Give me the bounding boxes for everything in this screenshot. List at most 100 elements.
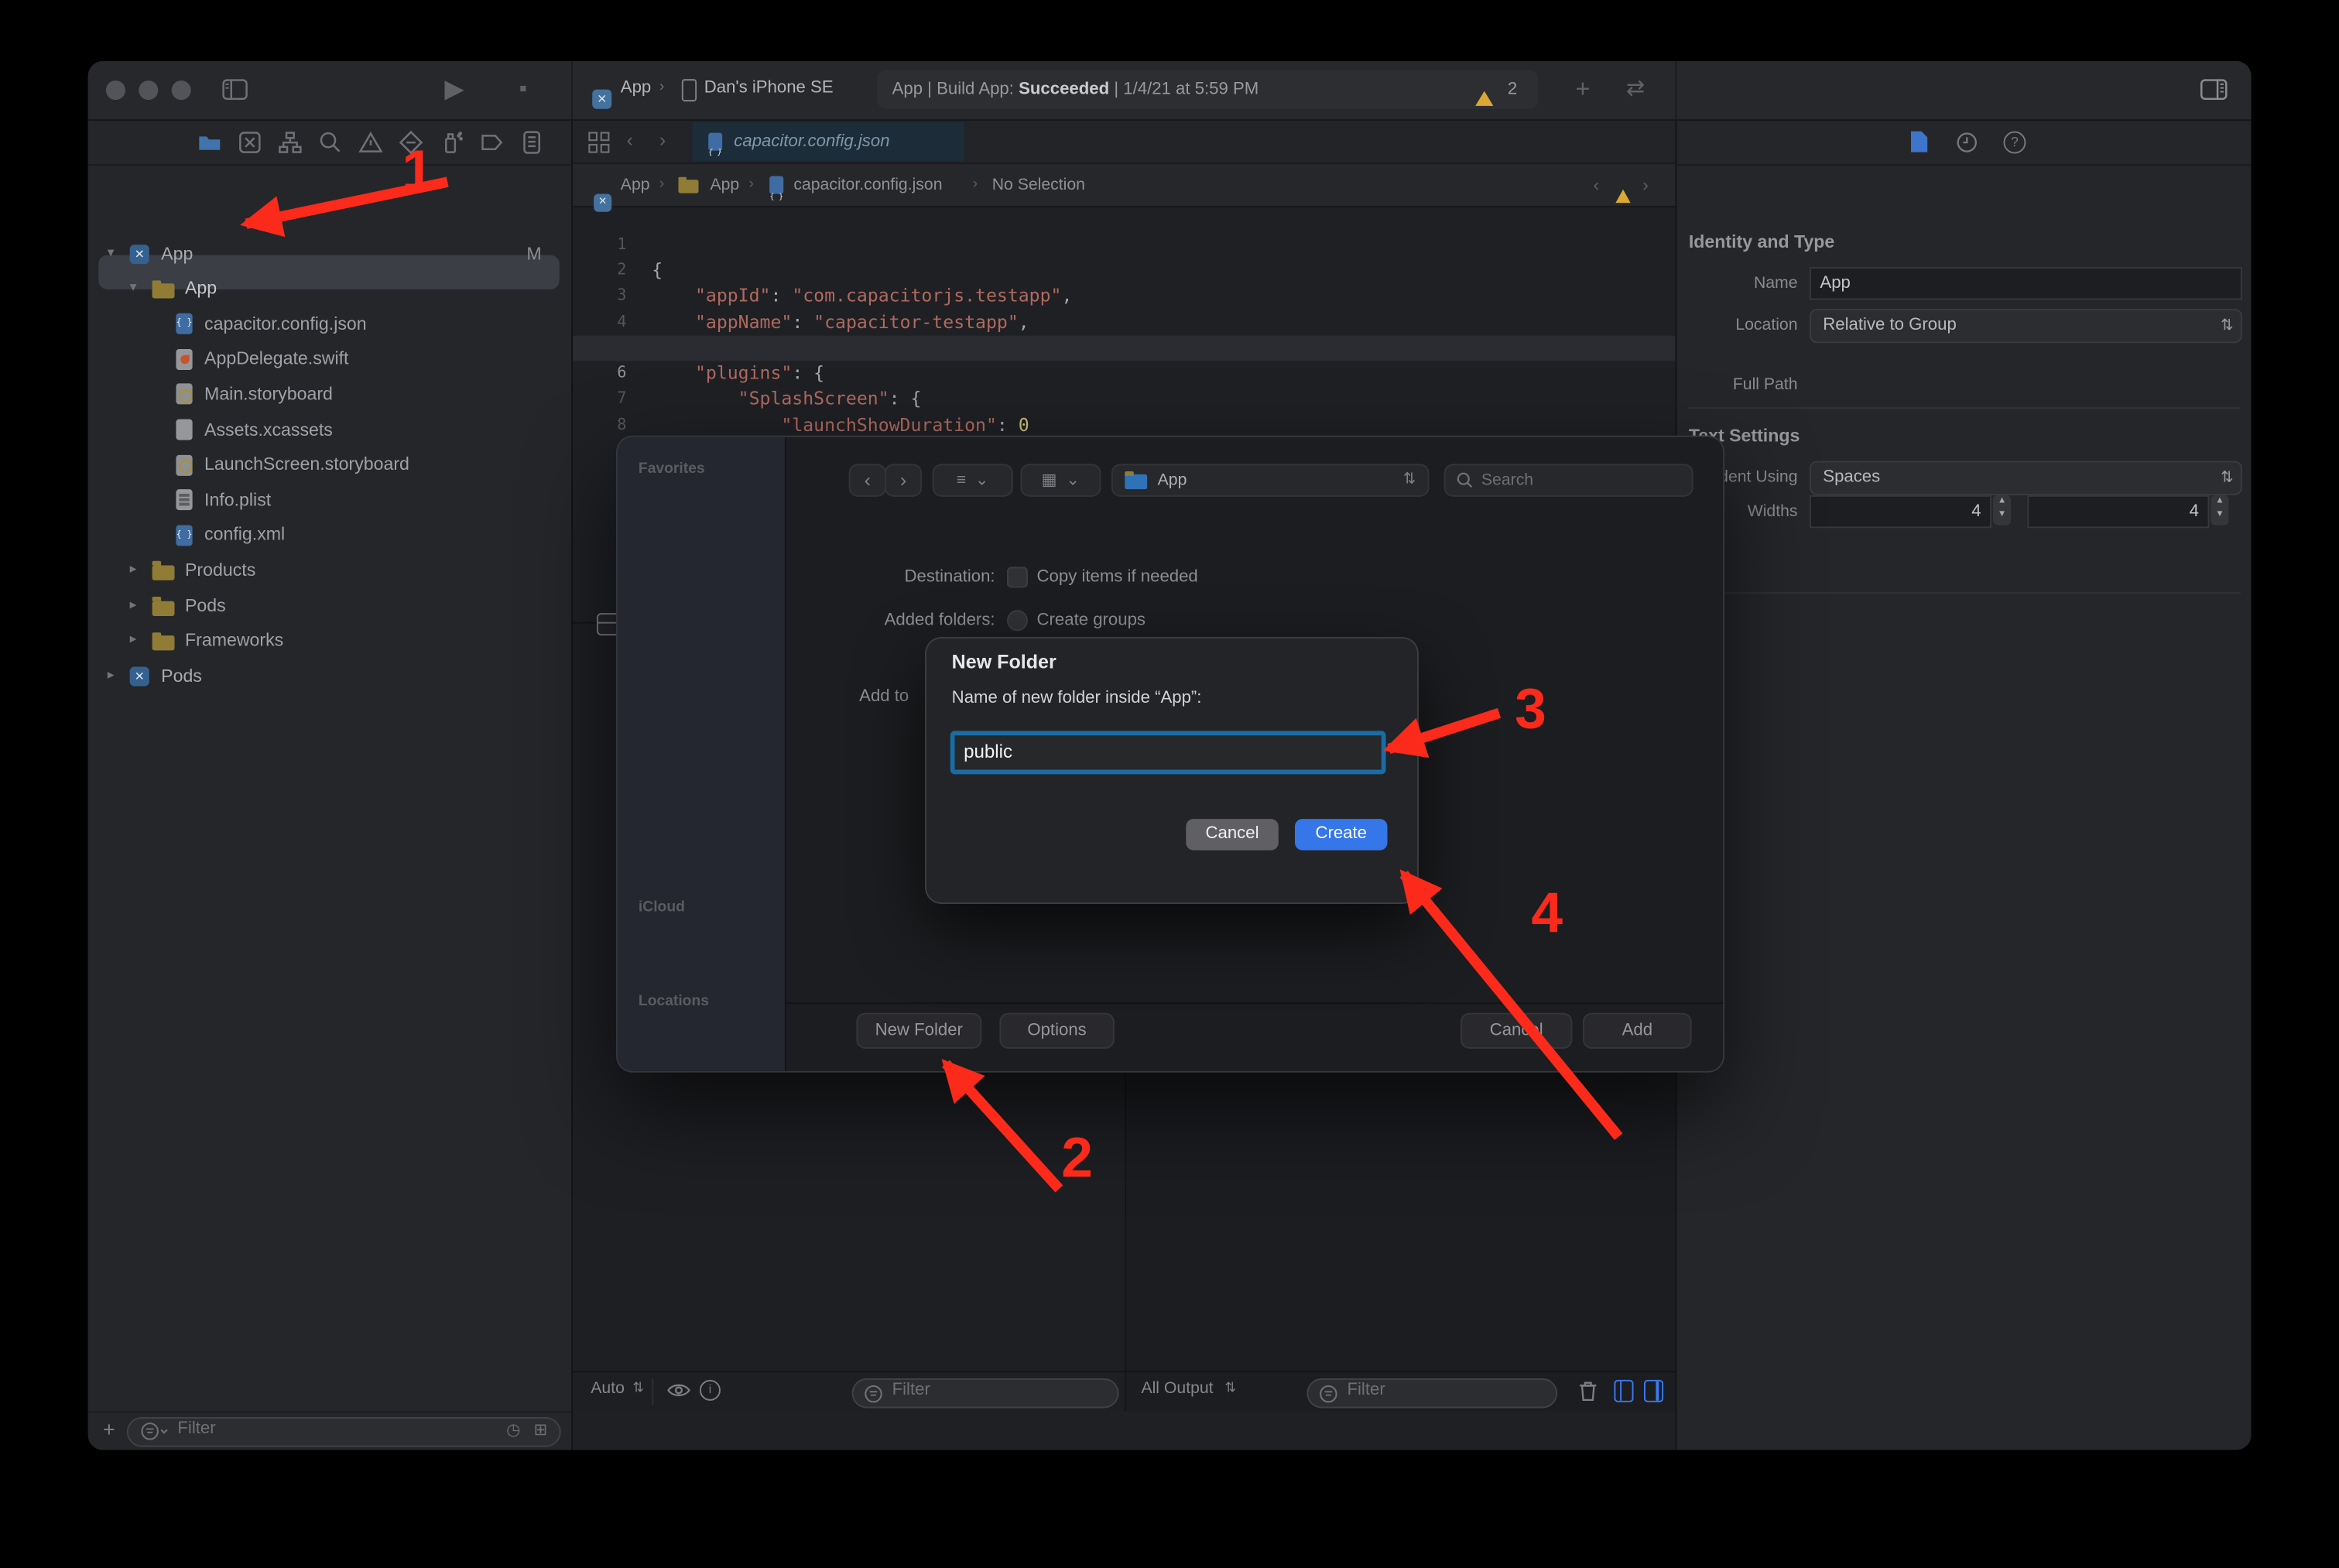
zoom-window-button[interactable] bbox=[172, 80, 191, 100]
options-button[interactable]: Options bbox=[999, 1013, 1114, 1049]
tree-item-info-plist[interactable]: Info.plist bbox=[88, 483, 571, 518]
navigator-filter-field[interactable]: Filter ◷ ⊞ bbox=[127, 1416, 561, 1446]
search-field[interactable]: Search bbox=[1444, 464, 1693, 496]
warning-count[interactable]: 2 bbox=[1508, 70, 1517, 109]
related-items-icon[interactable] bbox=[587, 131, 610, 161]
chevron-right-icon[interactable]: ▸ bbox=[130, 596, 137, 612]
project-navigator-icon[interactable] bbox=[197, 129, 222, 155]
breadcrumb-project[interactable]: App bbox=[621, 163, 650, 205]
breakpoint-navigator-icon[interactable] bbox=[479, 129, 505, 155]
add-item-icon[interactable]: + bbox=[103, 1416, 115, 1440]
breadcrumb-selection[interactable]: No Selection bbox=[992, 163, 1085, 205]
debug-navigator-icon[interactable] bbox=[439, 129, 464, 155]
back-icon[interactable]: ‹ bbox=[627, 128, 633, 150]
hide-console-pane-icon[interactable] bbox=[1644, 1380, 1663, 1402]
history-inspector-icon[interactable] bbox=[1956, 131, 1978, 161]
tab-width-field[interactable]: 4 bbox=[1810, 495, 1991, 527]
code-line-7[interactable]: 7 "launchShowDuration": 0 bbox=[573, 361, 1676, 387]
recent-files-icon[interactable]: ◷ bbox=[506, 1419, 521, 1439]
sheet-add-button[interactable]: Add bbox=[1583, 1013, 1692, 1049]
code-line-6-current[interactable]: 6 "SplashScreen": { bbox=[573, 335, 1676, 361]
tree-item-launchscreen-storyboard[interactable]: LaunchScreen.storyboard bbox=[88, 447, 571, 482]
indent-width-field[interactable]: 4 bbox=[2027, 495, 2209, 527]
new-folder-button[interactable]: New Folder bbox=[856, 1013, 981, 1049]
find-navigator-icon[interactable] bbox=[318, 129, 344, 155]
output-scope[interactable]: All Output bbox=[1141, 1380, 1213, 1398]
tree-item-app-project[interactable]: ▾ ✕ App M bbox=[88, 236, 571, 271]
tree-item-frameworks[interactable]: ▸ Frameworks bbox=[88, 624, 571, 659]
tree-item-pods-folder[interactable]: ▸ Pods bbox=[88, 588, 571, 623]
scm-filter-icon[interactable]: ⊞ bbox=[534, 1419, 548, 1439]
sheet-cancel-button[interactable]: Cancel bbox=[1461, 1013, 1573, 1049]
scheme-name[interactable]: App bbox=[621, 79, 651, 97]
stop-button[interactable]: ▪ bbox=[519, 61, 527, 118]
create-groups-radio[interactable] bbox=[1007, 610, 1028, 631]
report-navigator-icon[interactable] bbox=[519, 129, 545, 155]
run-destination[interactable]: Dan's iPhone SE bbox=[704, 79, 834, 97]
help-inspector-icon[interactable]: ? bbox=[2003, 131, 2026, 153]
minimize-window-button[interactable] bbox=[139, 80, 158, 100]
code-line-4[interactable]: 4 "webDir": "build", bbox=[573, 284, 1676, 310]
file-inspector-icon[interactable] bbox=[1909, 129, 1929, 160]
location-popup[interactable]: Relative to Group ⇅ bbox=[1810, 308, 2242, 342]
list-view-button[interactable]: ≡ ⌄ bbox=[933, 464, 1013, 496]
name-field[interactable]: App bbox=[1810, 266, 2242, 299]
icon-view-button[interactable]: ▦ ⌄ bbox=[1020, 464, 1101, 496]
code-line-3[interactable]: 3 "appName": "capacitor-testapp", bbox=[573, 258, 1676, 283]
indent-using-popup[interactable]: Spaces ⇅ bbox=[1810, 460, 2242, 495]
info-icon[interactable]: i bbox=[700, 1380, 721, 1401]
tree-item-products[interactable]: ▸ Products bbox=[88, 553, 571, 588]
folder-name-input[interactable]: public bbox=[955, 735, 1382, 769]
chevron-right-icon[interactable]: ▸ bbox=[130, 631, 137, 647]
tree-item-appdelegate-swift[interactable]: AppDelegate.swift bbox=[88, 342, 571, 377]
breadcrumb-group[interactable]: App bbox=[710, 163, 739, 205]
scheme-app-icon[interactable]: ✕ bbox=[592, 80, 611, 108]
variables-scope[interactable]: Auto bbox=[591, 1380, 625, 1398]
previous-issue-icon[interactable]: ‹ bbox=[1593, 163, 1599, 205]
symbol-navigator-icon[interactable] bbox=[277, 129, 303, 155]
trash-icon[interactable] bbox=[1578, 1380, 1598, 1407]
tree-item-label: AppDelegate.swift bbox=[204, 348, 348, 369]
hide-variables-pane-icon[interactable] bbox=[1614, 1380, 1633, 1402]
forward-icon[interactable]: › bbox=[659, 128, 666, 150]
console-filter-field[interactable]: Filter bbox=[1306, 1378, 1557, 1409]
dialog-cancel-button[interactable]: Cancel bbox=[1186, 819, 1278, 850]
next-issue-icon[interactable]: › bbox=[1642, 163, 1649, 205]
source-control-navigator-icon[interactable] bbox=[237, 129, 262, 155]
tab-capacitor-config-json[interactable]: capacitor.config.json bbox=[692, 122, 964, 160]
breadcrumb-file[interactable]: capacitor.config.json bbox=[793, 163, 942, 205]
dialog-create-button[interactable]: Create bbox=[1295, 819, 1387, 850]
toggle-navigator-icon[interactable] bbox=[222, 61, 248, 118]
tree-item-pods-project[interactable]: ▸ ✕ Pods bbox=[88, 659, 571, 693]
issue-navigator-icon[interactable] bbox=[358, 129, 384, 155]
chevron-down-icon[interactable]: ▾ bbox=[130, 279, 137, 296]
eye-icon[interactable] bbox=[667, 1381, 691, 1404]
variables-filter-field[interactable]: Filter bbox=[852, 1378, 1119, 1409]
chevron-down-icon[interactable]: ▾ bbox=[108, 244, 115, 260]
warning-icon[interactable] bbox=[1475, 82, 1493, 121]
forward-button[interactable]: › bbox=[885, 464, 922, 496]
code-line-9[interactable]: 9 } bbox=[573, 413, 1676, 438]
copy-items-checkbox[interactable] bbox=[1007, 567, 1028, 587]
tree-item-main-storyboard[interactable]: Main.storyboard bbox=[88, 377, 571, 412]
test-navigator-icon[interactable] bbox=[399, 129, 424, 155]
code-line-1[interactable]: 1 { bbox=[573, 207, 1676, 232]
editor-arrows-icon[interactable]: ⇄ bbox=[1626, 61, 1645, 118]
tab-width-stepper[interactable]: ▲▼ bbox=[1993, 495, 2011, 525]
back-button[interactable]: ‹ bbox=[849, 464, 886, 496]
code-line-5[interactable]: 5 "plugins": { bbox=[573, 310, 1676, 335]
code-line-2[interactable]: 2 "appId": "com.capacitorjs.testapp", bbox=[573, 232, 1676, 258]
tree-item-config-xml[interactable]: config.xml bbox=[88, 518, 571, 553]
library-add-icon[interactable]: + bbox=[1575, 61, 1590, 118]
chevron-right-icon[interactable]: ▸ bbox=[108, 666, 115, 683]
tree-item-app-folder[interactable]: ▾ App bbox=[88, 272, 571, 306]
toggle-inspector-icon[interactable] bbox=[2200, 79, 2228, 108]
current-folder-popup[interactable]: App ⇅ bbox=[1111, 464, 1430, 496]
close-window-button[interactable] bbox=[106, 80, 125, 100]
tree-item-assets-xcassets[interactable]: Assets.xcassets bbox=[88, 413, 571, 447]
code-line-8[interactable]: 8 } bbox=[573, 387, 1676, 413]
chevron-right-icon[interactable]: ▸ bbox=[130, 560, 137, 577]
tree-item-capacitor-config-json[interactable]: capacitor.config.json bbox=[88, 306, 571, 341]
run-button[interactable]: ▶ bbox=[444, 61, 464, 118]
indent-width-stepper[interactable]: ▲▼ bbox=[2211, 495, 2228, 525]
